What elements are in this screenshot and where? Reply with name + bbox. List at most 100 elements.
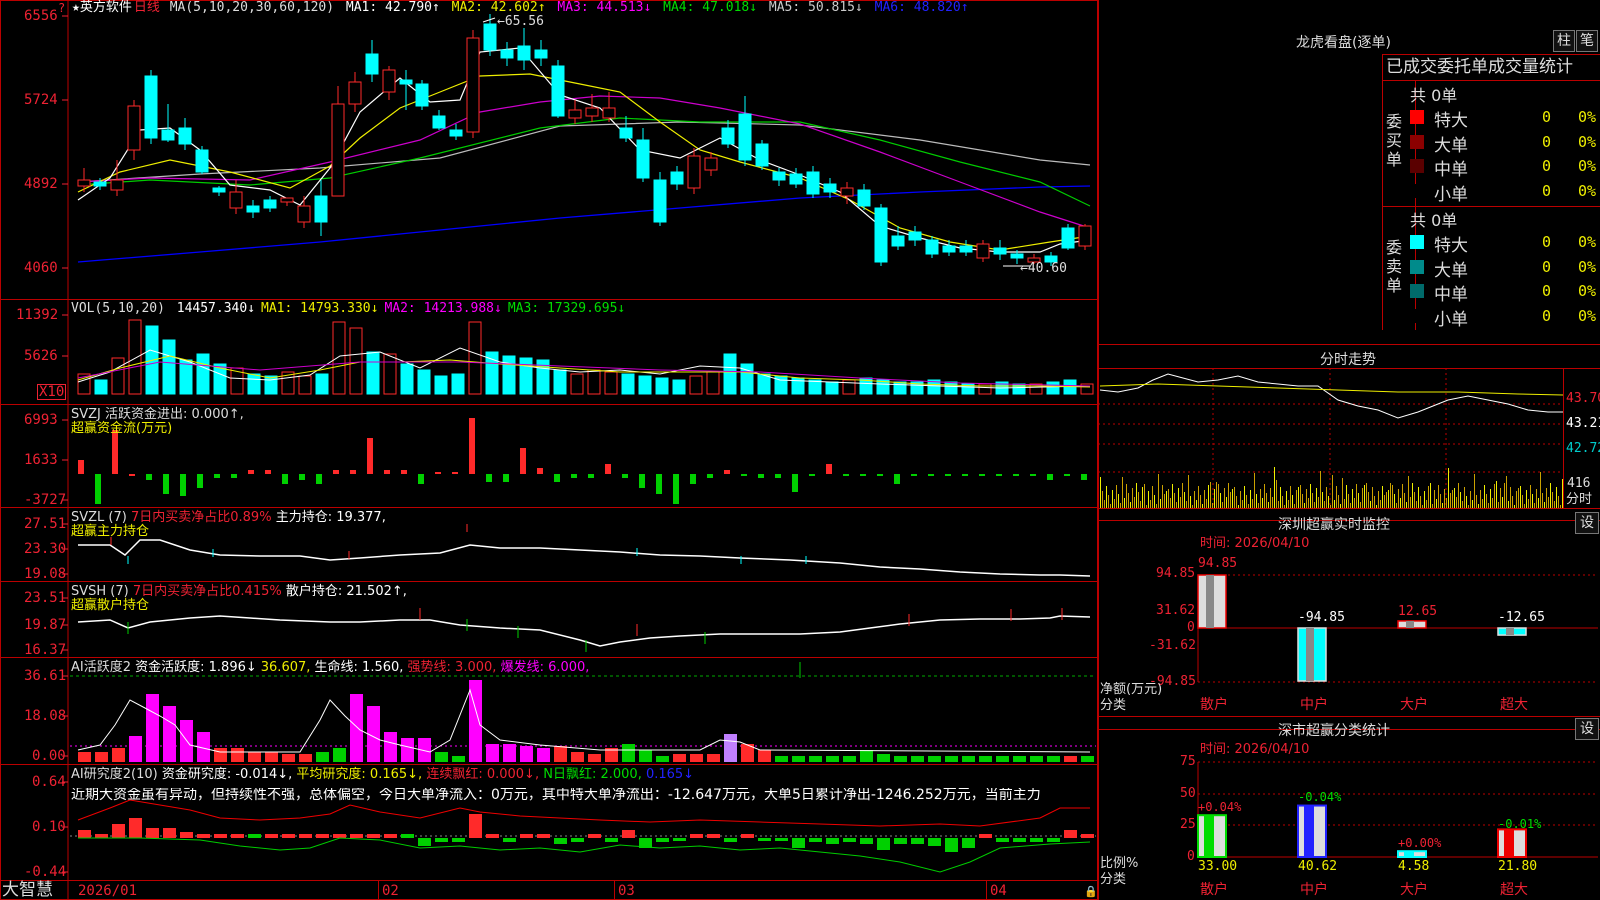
- research-bar: [911, 838, 924, 844]
- svzj-bar: [673, 474, 679, 504]
- svsh-header: SVSH (7) 7日内买卖净占比0.415% 散户持仓: 21.502↑,: [71, 584, 407, 599]
- intraday-volume-bar: [1320, 471, 1321, 508]
- ai-activity-bar: [945, 756, 958, 762]
- monitor-settings-button[interactable]: 设: [1575, 512, 1599, 534]
- svzj-bar: [78, 460, 84, 474]
- ai-activity-bar: [452, 756, 465, 762]
- tick-mode-button[interactable]: 笔: [1576, 30, 1598, 52]
- volume-bar: [672, 379, 686, 395]
- intraday-volume-bar: [1400, 498, 1401, 508]
- vol-axis-label: 11392: [16, 307, 59, 323]
- intraday-volume-bar: [1266, 493, 1267, 508]
- bar-mode-button[interactable]: 柱: [1553, 30, 1575, 52]
- order-color-swatch: [1410, 284, 1424, 298]
- candle-body: [1010, 253, 1024, 259]
- class-change-label: -0.01%: [1498, 817, 1542, 831]
- intraday-volume-bar: [1222, 502, 1223, 508]
- intraday-volume-bar: [1352, 489, 1353, 508]
- intraday-volume-bar: [1278, 501, 1279, 508]
- svzj-bar: [979, 474, 985, 476]
- svzj-bar: [639, 474, 645, 488]
- intraday-volume-bar: [1282, 496, 1283, 508]
- intraday-volume-bar: [1324, 501, 1325, 508]
- ai-activity-bar: [231, 748, 244, 762]
- stock-name[interactable]: 英方软件: [80, 0, 132, 15]
- intraday-volume-bar: [1224, 488, 1225, 508]
- intraday-volume-bar: [1314, 502, 1315, 508]
- category-label: 大户: [1400, 882, 1428, 898]
- monitor-bar-stripe: [1406, 620, 1414, 628]
- svzj-bar: [435, 472, 441, 474]
- candle-body: [874, 207, 888, 263]
- intraday-volume-bar: [1298, 487, 1299, 508]
- intraday-volume-bar: [1104, 500, 1105, 508]
- intraday-volume-bar: [1344, 499, 1345, 508]
- volume-bar: [485, 351, 499, 395]
- intraday-volume-bar: [1508, 501, 1509, 508]
- ai-activity-bar: [265, 752, 278, 762]
- intraday-title: 分时走势: [1320, 352, 1376, 368]
- volume-bar: [621, 373, 635, 395]
- period-label[interactable]: 日线: [134, 0, 160, 15]
- class-bar: [1297, 804, 1327, 858]
- category-label: 中户: [1300, 697, 1328, 713]
- intraday-volume-bar: [1530, 485, 1531, 508]
- intraday-volume-bar: [1148, 491, 1149, 508]
- intraday-volume-bar: [1374, 496, 1375, 508]
- class-settings-button[interactable]: 设: [1575, 718, 1599, 740]
- research-bar: [129, 818, 142, 838]
- price-low-label: ←40.60: [1020, 261, 1067, 276]
- intraday-volume-bar: [1200, 495, 1201, 508]
- intraday-volume-bar: [1328, 496, 1329, 508]
- research-bar: [707, 834, 720, 838]
- ai-activity-bar: [214, 748, 227, 762]
- svzl-line: [78, 539, 1091, 577]
- category-label: 散户: [1200, 882, 1228, 898]
- candle-body: [959, 245, 973, 253]
- research-bar: [792, 838, 805, 848]
- ai-research-value: 资金研究度: -0.014↓,: [161, 767, 293, 782]
- price-axis-label: 5724: [24, 92, 58, 108]
- intraday-volume-bar: [1472, 500, 1473, 508]
- intraday-volume-bar: [1308, 498, 1309, 508]
- research-bar: [469, 814, 482, 838]
- chart-canvas[interactable]: [0, 0, 1098, 900]
- ma3-value: MA3: 44.513↓: [557, 0, 652, 15]
- intraday-volume-bar: [1478, 504, 1479, 508]
- intraday-volume-bar: [1218, 484, 1219, 508]
- intraday-volume-bar: [1532, 494, 1533, 508]
- svzj-bar: [911, 474, 917, 476]
- research-bar: [418, 838, 431, 846]
- intraday-volume-bar: [1284, 505, 1285, 508]
- svsh-subtitle: 超赢散户持仓: [71, 598, 150, 613]
- intraday-volume-bar: [1362, 488, 1363, 508]
- ai-active-lifeline: 生命线: 1.560,: [314, 660, 404, 675]
- candle-body: [823, 183, 837, 193]
- ma6-value: MA6: 48.820↑: [874, 0, 969, 15]
- ai-active-strongline: 强势线: 3.000,: [407, 660, 497, 675]
- intraday-volume-bar: [1470, 491, 1471, 508]
- research-bar: [384, 834, 397, 838]
- candle-body: [466, 37, 480, 133]
- intraday-volume-bar: [1484, 485, 1485, 508]
- ma5-value: MA5: 50.815↓: [768, 0, 863, 15]
- favorite-star-icon[interactable]: ★: [72, 0, 80, 15]
- lock-icon[interactable]: 🔒: [1084, 884, 1098, 899]
- order-count: 0: [1542, 233, 1552, 251]
- intraday-axis-label: 42.72: [1566, 441, 1600, 456]
- svzj-bar: [282, 474, 288, 484]
- class-axis-label: 75: [1180, 754, 1196, 769]
- candle-body: [721, 127, 735, 145]
- intraday-volume-bar: [1300, 485, 1301, 508]
- research-bar: [265, 834, 278, 838]
- svzj-bar: [503, 474, 509, 482]
- volume-bar: [825, 381, 839, 395]
- candle-body: [704, 157, 718, 171]
- research-bar: [996, 838, 1009, 842]
- intraday-volume-bar: [1540, 472, 1541, 508]
- intraday-volume-bar: [1170, 498, 1171, 508]
- svzl-axis-label: 19.08: [24, 566, 67, 582]
- ai-activity-bar: [962, 756, 975, 762]
- ai-activity-bar: [299, 754, 312, 762]
- research-bar: [571, 838, 584, 842]
